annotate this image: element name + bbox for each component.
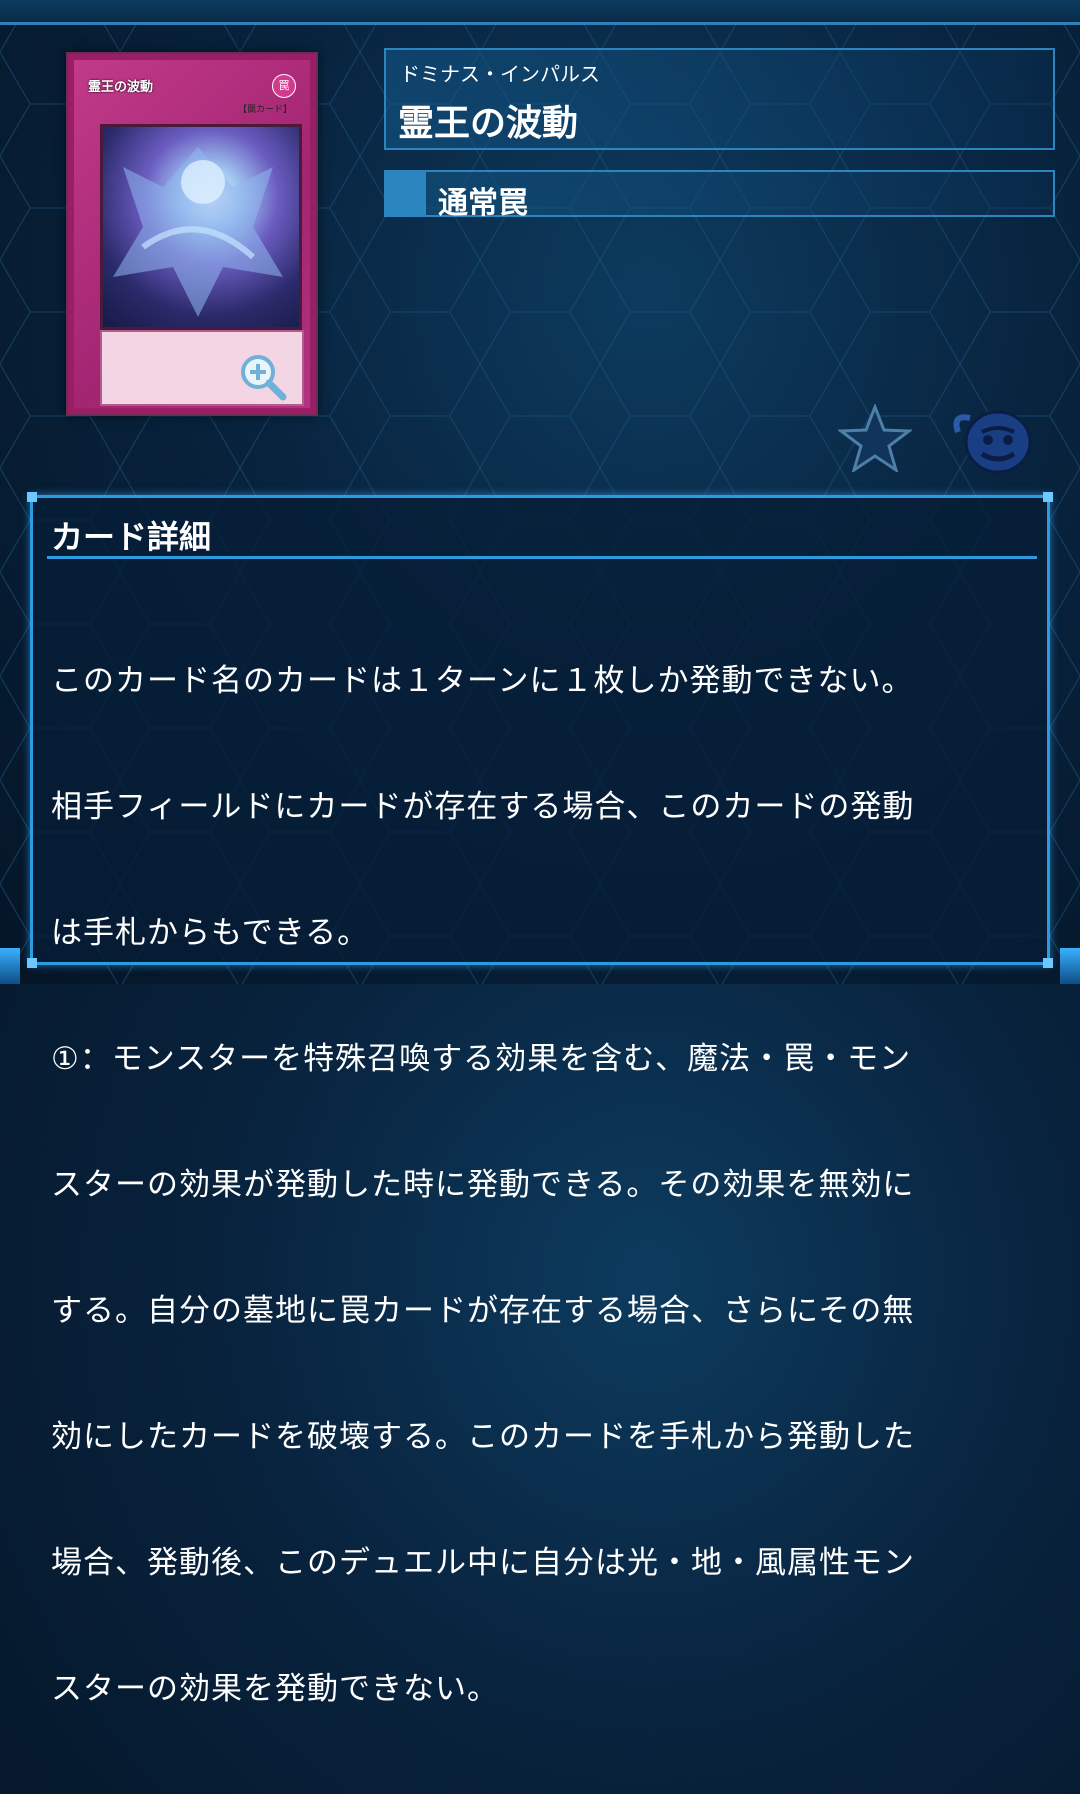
- top-bar: [0, 0, 1080, 25]
- card-type: 通常罠: [438, 186, 528, 221]
- panel-corner: [1043, 958, 1053, 968]
- type-marker: [386, 172, 426, 215]
- card-effect-text: このカード名のカードは１ターンに１枚しか発動できない。 相手フィールドにカードが…: [51, 576, 1041, 1794]
- card-ruby: ドミナス・インパルス: [400, 62, 600, 86]
- right-edge-glow: [1060, 948, 1080, 984]
- panel-corner: [1043, 492, 1053, 502]
- effect-line: 場合、発動後、このデュエル中に自分は光・地・風属性モン: [51, 1545, 915, 1581]
- card-image-type-line: 【罠カード】: [237, 105, 292, 115]
- effect-line: スターの効果を発動できない。: [51, 1671, 499, 1707]
- card-name: 霊王の波動: [398, 103, 579, 144]
- effect-line: は手札からもできる。: [51, 915, 370, 951]
- detail-heading: カード詳細: [51, 518, 212, 556]
- effect-line: ①：モンスターを特殊召喚する効果を含む、魔法・罠・モン: [51, 1041, 912, 1077]
- zoom-in-icon[interactable]: [238, 352, 288, 402]
- card-image-name: 霊王の波動: [88, 80, 154, 95]
- trap-attribute-icon: 罠: [272, 74, 296, 98]
- card-image[interactable]: 霊王の波動 罠 【罠カード】: [66, 52, 318, 416]
- card-title-panel: ドミナス・インパルス 霊王の波動: [384, 48, 1055, 150]
- effect-line: 効にしたカードを破壊する。このカードを手札から発動した: [51, 1419, 915, 1455]
- effect-line: このカード名のカードは１ターンに１枚しか発動できない。: [51, 663, 914, 699]
- panel-corner: [27, 492, 37, 502]
- effect-line: 相手フィールドにカードが存在する場合、このカードの発動: [51, 789, 915, 825]
- pot-of-greed-icon[interactable]: [952, 402, 1036, 474]
- divider: [47, 556, 1037, 559]
- card-type-panel: 通常罠: [384, 170, 1055, 221]
- effect-line: スターの効果が発動した時に発動できる。その効果を無効に: [51, 1167, 915, 1203]
- card-detail-panel: カード詳細 このカード名のカードは１ターンに１枚しか発動できない。 相手フィール…: [27, 492, 1053, 1707]
- panel-corner: [27, 958, 37, 968]
- left-edge-glow: [0, 948, 20, 984]
- card-frame: 霊王の波動 罠 【罠カード】: [74, 60, 310, 408]
- star-icon[interactable]: [838, 404, 912, 472]
- effect-line: する。自分の墓地に罠カードが存在する場合、さらにその無: [51, 1293, 915, 1329]
- card-artwork: [100, 124, 302, 330]
